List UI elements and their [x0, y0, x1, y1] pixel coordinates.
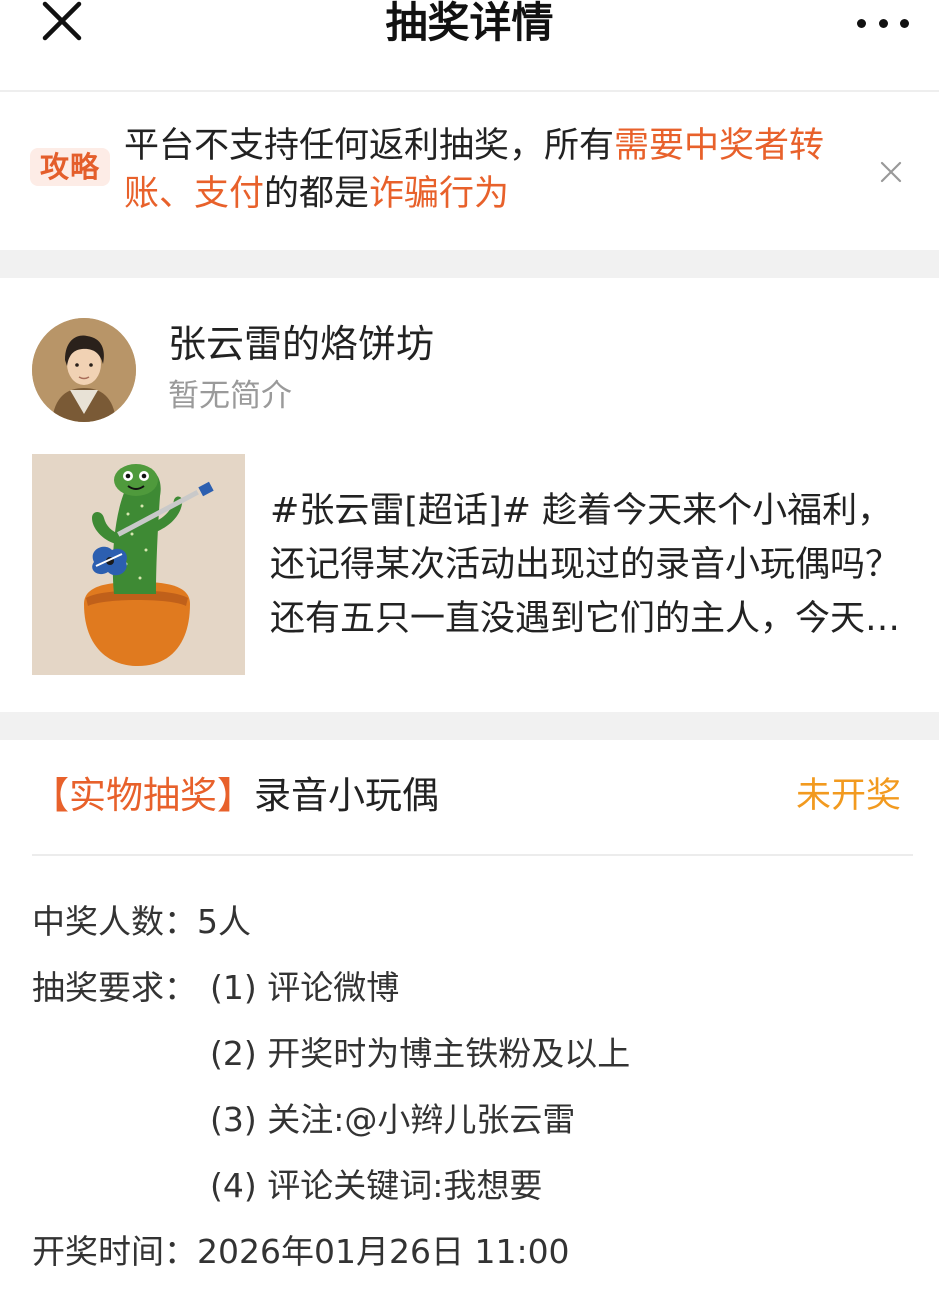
winners-value: 5人	[197, 902, 251, 941]
draw-time-label: 开奖时间：	[32, 1232, 197, 1271]
user-name[interactable]: 张云雷的烙饼坊	[168, 320, 434, 368]
notice-close-button[interactable]	[877, 158, 905, 186]
lottery-detail: 【实物抽奖】录音小玩偶 未开奖 中奖人数：5人 抽奖要求： (1) 评论微博 (…	[0, 740, 939, 1313]
notice-text-part: 的都是	[264, 174, 370, 214]
prize-name: 录音小玩偶	[254, 774, 439, 817]
more-dot	[900, 18, 909, 28]
post-text[interactable]: #张云雷[超话]# 趁着今天来个小福利，还记得某次活动出现过的录音小玩偶吗？还有…	[270, 484, 910, 646]
requirement-item: (3) 关注:@小辫儿张云雷	[210, 1100, 576, 1139]
notice-text-part: 平台不支持任何返利抽奖，所有	[124, 126, 615, 166]
avatar[interactable]	[32, 318, 136, 422]
requirement-item: (2) 开奖时为博主铁粉及以上	[210, 1034, 631, 1073]
draw-time-row: 开奖时间：2026年01月26日 11:00	[32, 1230, 570, 1274]
top-bar: 抽奖详情	[0, 0, 939, 92]
close-icon	[880, 161, 902, 183]
draw-time-value: 2026年01月26日 11:00	[197, 1232, 570, 1271]
lottery-title: 【实物抽奖】录音小玩偶	[32, 772, 439, 820]
requirement-item: (1) 评论微博	[210, 968, 400, 1007]
more-button[interactable]	[857, 10, 909, 36]
lottery-type-tag: 【实物抽奖】	[32, 774, 254, 817]
more-dot	[857, 18, 866, 28]
section-divider	[0, 712, 939, 740]
cactus-doll-image	[32, 454, 245, 675]
post-card[interactable]: 张云雷的烙饼坊 暂无简介 #张云雷[超话]# 趁着今天来个小福利，还记得某次活动…	[0, 278, 939, 712]
notice-badge: 攻略	[30, 148, 110, 186]
requirements-label: 抽奖要求：	[32, 968, 197, 1007]
user-bio: 暂无简介	[168, 378, 292, 414]
section-divider	[0, 250, 939, 278]
more-dot	[878, 18, 888, 28]
fraud-notice-banner: 攻略 平台不支持任何返利抽奖，所有需要中奖者转账、支付的都是诈骗行为	[0, 94, 939, 250]
winners-row: 中奖人数：5人	[32, 900, 251, 944]
page-title: 抽奖详情	[385, 0, 554, 47]
lottery-status: 未开奖	[795, 776, 901, 816]
post-thumbnail[interactable]	[32, 454, 245, 675]
requirement-item: (4) 评论关键词:我想要	[210, 1166, 543, 1205]
winners-label: 中奖人数：	[32, 902, 197, 941]
notice-highlight: 诈骗行为	[369, 174, 510, 214]
notice-text: 平台不支持任何返利抽奖，所有需要中奖者转账、支付的都是诈骗行为	[124, 122, 844, 218]
avatar-image	[32, 318, 136, 422]
divider	[32, 854, 913, 856]
